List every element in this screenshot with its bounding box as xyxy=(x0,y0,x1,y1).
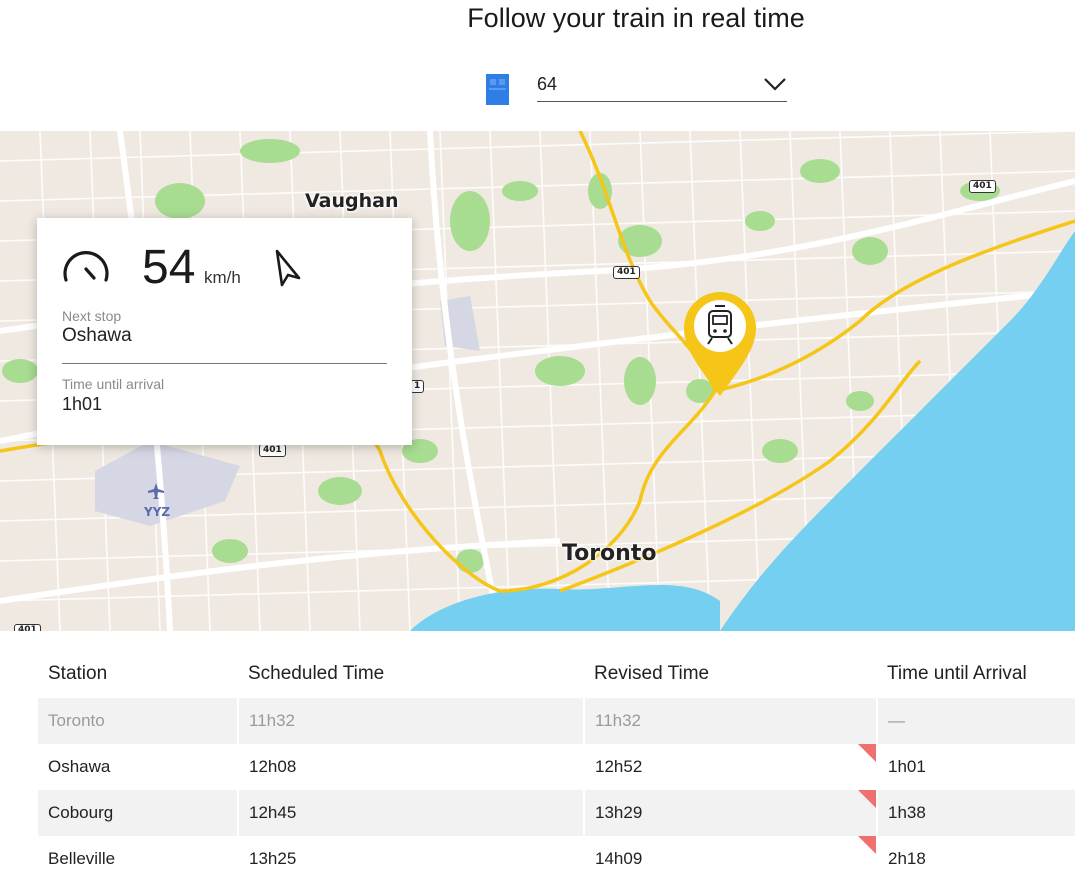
scheduled-time-cell: 12h45 xyxy=(237,790,584,836)
revised-time-cell: 14h09 xyxy=(583,836,877,874)
time-until-arrival-cell: 1h38 xyxy=(876,790,1075,836)
speedometer-icon xyxy=(63,251,109,282)
train-icon xyxy=(486,74,509,105)
time-until-arrival-label: Time until arrival xyxy=(62,376,165,392)
train-selector[interactable]: 64 xyxy=(486,70,788,105)
train-number-dropdown[interactable]: 64 xyxy=(537,70,787,102)
revised-time-cell: 12h52 xyxy=(583,744,877,790)
chevron-down-icon[interactable] xyxy=(763,76,787,92)
table-row: Toronto 11h32 11h32 — xyxy=(38,698,1075,744)
column-header-station: Station xyxy=(48,663,108,684)
column-header-time-until-arrival: Time until Arrival xyxy=(887,663,1027,684)
station-cell: Belleville xyxy=(48,849,116,868)
page-title: Follow your train in real time xyxy=(467,3,805,33)
highway-shield: 401 xyxy=(259,444,286,457)
map-label-airport: YYZ xyxy=(144,505,171,519)
table-row: Belleville 13h25 14h09 2h18 xyxy=(38,836,1075,874)
scheduled-time-cell: 11h32 xyxy=(237,698,584,744)
station-cell: Toronto xyxy=(38,698,238,744)
time-until-arrival-cell: 2h18 xyxy=(876,836,1075,874)
revised-time-value: 14h09 xyxy=(595,849,643,868)
table-header-row: Station Scheduled Time Revised Time Time… xyxy=(38,650,1075,698)
map-label-toronto: Toronto xyxy=(562,541,657,566)
card-divider xyxy=(62,363,387,364)
table-row: Oshawa 12h08 12h52 1h01 xyxy=(38,744,1075,790)
revised-time-cell: 11h32 xyxy=(583,698,877,744)
highway-shield: 401 xyxy=(969,180,996,193)
next-stop-value: Oshawa xyxy=(62,325,132,346)
time-until-arrival-cell: 1h01 xyxy=(876,744,1075,790)
column-header-scheduled-time: Scheduled Time xyxy=(248,663,385,684)
highway-shield: 401 xyxy=(14,624,41,631)
train-info-card: 54 km/h Next stop Oshawa Time until arri… xyxy=(37,218,412,445)
train-number-value: 64 xyxy=(537,74,558,94)
map-label-vaughan: Vaughan xyxy=(305,190,399,212)
station-cell: Cobourg xyxy=(38,790,238,836)
revised-time-value: 12h52 xyxy=(595,757,643,776)
highway-shield: 401 xyxy=(613,266,640,279)
scheduled-time-cell: 12h08 xyxy=(237,744,584,790)
table-row: Cobourg 12h45 13h29 1h38 xyxy=(38,790,1075,836)
delay-flag-icon xyxy=(858,790,876,808)
revised-time-value: 13h29 xyxy=(595,803,643,822)
time-until-arrival-cell: — xyxy=(876,698,1075,744)
scheduled-time-cell: 13h25 xyxy=(237,836,584,874)
speed-unit: km/h xyxy=(204,268,241,287)
direction-arrow-icon xyxy=(275,249,301,287)
speed-value: 54 xyxy=(142,241,196,294)
time-until-arrival-value: 1h01 xyxy=(62,394,103,414)
column-header-revised-time: Revised Time xyxy=(594,663,710,684)
delay-flag-icon xyxy=(858,836,876,854)
next-stop-label: Next stop xyxy=(62,308,122,324)
delay-flag-icon xyxy=(858,744,876,762)
stations-table: Station Scheduled Time Revised Time Time… xyxy=(38,650,1075,874)
station-cell: Oshawa xyxy=(48,757,111,776)
highway-shield: 1 xyxy=(410,380,425,393)
revised-time-cell: 13h29 xyxy=(583,790,877,836)
